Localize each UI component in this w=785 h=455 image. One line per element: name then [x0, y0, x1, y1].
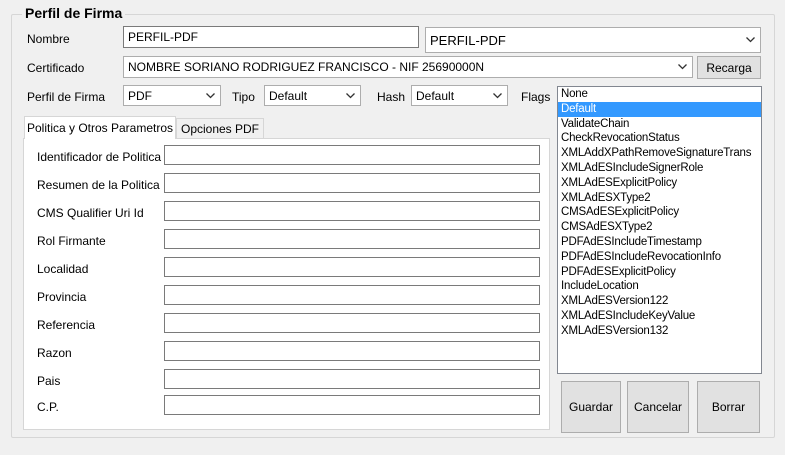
chevron-down-icon [676, 64, 688, 70]
perfil-firma-label: Perfil de Firma [27, 90, 106, 104]
flags-list-item[interactable]: XMLAdESIncludeKeyValue [558, 309, 761, 324]
field-input[interactable] [164, 229, 540, 249]
field-input[interactable] [164, 341, 540, 361]
nombre-input[interactable]: PERFIL-PDF [123, 26, 419, 48]
field-input[interactable] [164, 173, 540, 193]
field-input[interactable] [164, 369, 540, 389]
flags-list-item[interactable]: XMLAdESXType2 [558, 191, 761, 206]
field-label: Pais [37, 374, 61, 388]
chevron-down-icon [491, 92, 503, 99]
tipo-label: Tipo [232, 90, 255, 104]
flags-items: None Default ValidateChain CheckRevocationS… [558, 87, 761, 339]
flags-list-item[interactable]: Default [558, 101, 761, 117]
chevron-down-icon [204, 92, 216, 99]
hash-label: Hash [377, 90, 406, 104]
field-label: Resumen de la Politica [37, 178, 160, 192]
nombre-label: Nombre [27, 32, 70, 46]
chevron-down-icon [344, 92, 356, 99]
flags-list-item[interactable]: CMSAdESExplicitPolicy [558, 205, 761, 220]
field-label: CMS Qualifier Uri Id [37, 206, 144, 220]
flags-list-item[interactable]: XMLAdESVersion122 [558, 294, 761, 309]
flags-list-item[interactable]: XMLAdESIncludeSignerRole [558, 161, 761, 176]
save-button[interactable]: Guardar [561, 381, 621, 433]
field-label: Localidad [37, 262, 89, 276]
field-label: Identificador de Politica [37, 150, 162, 164]
cancel-button[interactable]: Cancelar [627, 381, 689, 433]
flags-list-item[interactable]: PDFAdESIncludeTimestamp [558, 235, 761, 250]
tipo-select[interactable]: Default [264, 85, 361, 106]
delete-button[interactable]: Borrar [697, 381, 760, 433]
field-label: Razon [37, 346, 72, 360]
field-label: Rol Firmante [37, 234, 106, 248]
profile-select-value: PERFIL-PDF [430, 32, 506, 48]
flags-list-item[interactable]: XMLAdESExplicitPolicy [558, 176, 761, 191]
perfil-firma-select[interactable]: PDF [123, 85, 221, 106]
certificate-select[interactable]: NOMBRE SORIANO RODRIGUEZ FRANCISCO - NIF… [123, 56, 693, 78]
reload-button[interactable]: Recarga [697, 56, 761, 79]
tab-opciones-pdf[interactable]: Opciones PDF [176, 118, 264, 138]
flags-list-item[interactable]: XMLAdESVersion132 [558, 324, 761, 339]
hash-value: Default [416, 88, 455, 103]
hash-select[interactable]: Default [411, 85, 508, 106]
field-input[interactable] [164, 257, 540, 277]
flags-list-item[interactable]: PDFAdESExplicitPolicy [558, 265, 761, 280]
field-label: C.P. [37, 400, 59, 414]
field-label: Referencia [37, 318, 96, 332]
profile-select[interactable]: PERFIL-PDF [425, 27, 761, 53]
flags-list-item[interactable]: IncludeLocation [558, 279, 761, 294]
field-input[interactable] [164, 313, 540, 333]
field-input[interactable] [164, 201, 540, 221]
flags-label: Flags [521, 90, 551, 104]
field-input[interactable] [164, 285, 540, 305]
tipo-value: Default [269, 88, 308, 103]
flags-list-item[interactable]: ValidateChain [558, 117, 761, 132]
flags-list-item[interactable]: XMLAddXPathRemoveSignatureTrans [558, 146, 761, 161]
flags-list-item[interactable]: CheckRevocationStatus [558, 131, 761, 146]
chevron-down-icon [744, 37, 756, 43]
tab-politica[interactable]: Politica y Otros Parametros [24, 116, 176, 139]
certificado-label: Certificado [27, 61, 85, 75]
group-title: Perfil de Firma [22, 5, 126, 21]
field-input[interactable] [164, 395, 540, 415]
field-label: Provincia [37, 290, 87, 304]
certificate-select-value: NOMBRE SORIANO RODRIGUEZ FRANCISCO - NIF… [128, 60, 485, 74]
field-input[interactable] [164, 145, 540, 165]
flags-list-item[interactable]: CMSAdESXType2 [558, 220, 761, 235]
flags-listbox[interactable]: None Default ValidateChain CheckRevocationS… [557, 86, 762, 374]
perfil-firma-value: PDF [128, 88, 152, 103]
flags-list-item[interactable]: None [558, 87, 761, 102]
flags-list-item[interactable]: PDFAdESIncludeRevocationInfo [558, 250, 761, 265]
